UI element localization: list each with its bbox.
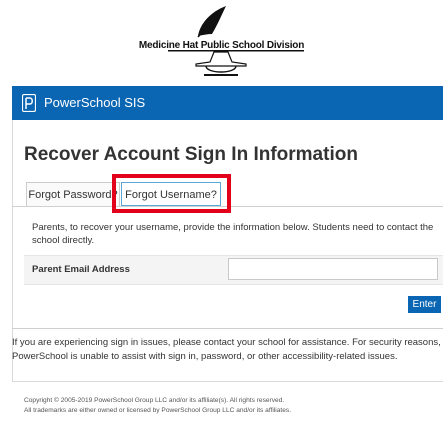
app-header: PowerSchool SIS	[12, 86, 443, 120]
divider	[12, 328, 443, 329]
enter-button[interactable]: Enter	[408, 296, 441, 313]
tab-forgot-password[interactable]: Forgot Password?	[26, 182, 120, 206]
footer-divider	[12, 381, 443, 382]
brand-name: PowerSchool SIS	[44, 95, 146, 110]
email-label: Parent Email Address	[32, 264, 130, 275]
highlight-box	[112, 174, 231, 213]
email-field[interactable]	[228, 258, 438, 280]
email-field-row: Parent Email Address	[24, 255, 443, 285]
page-title: Recover Account Sign In Information	[24, 144, 358, 165]
trademark-text: All trademarks are either owned or licen…	[24, 407, 292, 414]
district-name: Medicine Hat Public School Division	[138, 40, 305, 51]
copyright-text: Copyright © 2005-2019 PowerSchool Group …	[24, 397, 285, 404]
instructions-text: Parents, to recover your username, provi…	[32, 222, 434, 246]
support-notice: If you are experiencing sign in issues, …	[12, 337, 441, 362]
district-logo: Medicine Hat Public School Division	[0, 0, 443, 84]
powerschool-logo-icon	[22, 94, 36, 112]
footer: Copyright © 2005-2019 PowerSchool Group …	[24, 396, 291, 416]
